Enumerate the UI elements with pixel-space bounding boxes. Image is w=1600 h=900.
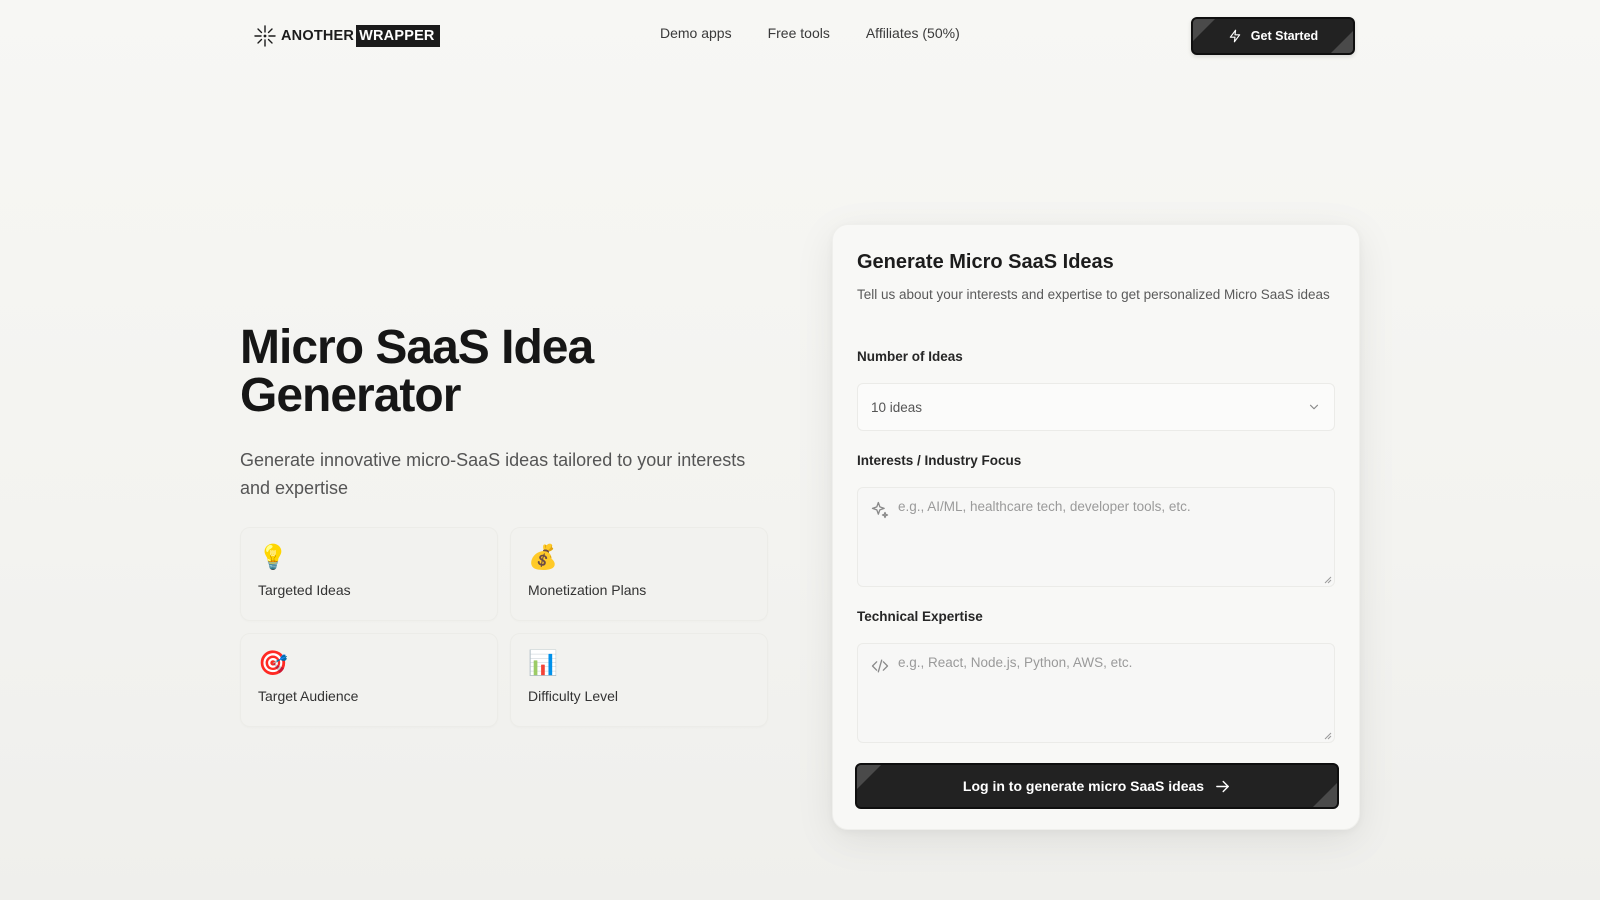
button-corner-decoration (1331, 31, 1353, 53)
nav-affiliates[interactable]: Affiliates (50%) (866, 25, 960, 41)
button-corner-decoration (857, 765, 881, 789)
resize-handle-icon[interactable] (1324, 576, 1332, 584)
feature-label: Targeted Ideas (258, 582, 351, 598)
form-title: Generate Micro SaaS Ideas (857, 251, 1114, 273)
main-nav: Demo apps Free tools Affiliates (50%) (660, 25, 960, 41)
expertise-label: Technical Expertise (857, 609, 983, 624)
interests-textarea[interactable]: e.g., AI/ML, healthcare tech, developer … (857, 487, 1335, 587)
feature-label: Monetization Plans (528, 582, 647, 598)
target-icon: 🎯 (258, 650, 288, 677)
nav-free-tools[interactable]: Free tools (768, 25, 830, 41)
feature-card-targeted-ideas: 💡 Targeted Ideas (240, 527, 498, 621)
bar-chart-icon: 📊 (528, 650, 558, 677)
feature-label: Difficulty Level (528, 688, 619, 704)
nav-demo-apps[interactable]: Demo apps (660, 25, 732, 41)
logo[interactable]: ANOTHER WRAPPER (254, 23, 440, 49)
money-bag-icon: 💰 (528, 544, 558, 571)
feature-label: Target Audience (258, 688, 359, 704)
get-started-button[interactable]: Get Started (1191, 17, 1355, 55)
arrow-right-icon (1216, 780, 1229, 792)
feature-grid: 💡 Targeted Ideas 💰 Monetization Plans 🎯 … (240, 527, 768, 727)
login-to-generate-button[interactable]: Log in to generate micro SaaS ideas (855, 763, 1339, 809)
submit-label: Log in to generate micro SaaS ideas (962, 778, 1205, 794)
sparkle-logo-icon (254, 25, 276, 47)
idea-generator-form: Generate Micro SaaS Ideas Tell us about … (832, 224, 1360, 830)
feature-card-target-audience: 🎯 Target Audience (240, 633, 498, 727)
number-of-ideas-label: Number of Ideas (857, 349, 963, 364)
lightbulb-icon: 💡 (258, 544, 288, 571)
number-of-ideas-select[interactable]: 10 ideas (857, 383, 1335, 431)
page-title: Micro SaaS Idea Generator (240, 324, 780, 420)
expertise-placeholder: e.g., React, Node.js, Python, AWS, etc. (898, 655, 1133, 670)
code-icon (871, 659, 889, 673)
expertise-textarea[interactable]: e.g., React, Node.js, Python, AWS, etc. (857, 643, 1335, 743)
interests-label: Interests / Industry Focus (857, 453, 1022, 468)
get-started-label: Get Started (1250, 29, 1319, 43)
button-corner-decoration (1193, 19, 1215, 41)
resize-handle-icon[interactable] (1324, 732, 1332, 740)
page-subtitle: Generate innovative micro-SaaS ideas tai… (240, 450, 746, 498)
sparkles-icon (871, 501, 889, 519)
chevron-down-icon (1309, 404, 1319, 410)
button-corner-decoration (1313, 783, 1337, 807)
interests-placeholder: e.g., AI/ML, healthcare tech, developer … (898, 499, 1191, 514)
logo-text-another: ANOTHER (281, 28, 355, 44)
feature-card-monetization-plans: 💰 Monetization Plans (510, 527, 768, 621)
bolt-icon (1229, 29, 1241, 43)
page-title-line1: Micro SaaS Idea (240, 321, 594, 374)
number-of-ideas-value: 10 ideas (871, 399, 923, 415)
form-description: Tell us about your interests and experti… (857, 287, 1330, 302)
site-header: ANOTHER WRAPPER Demo apps Free tools Aff… (0, 0, 1600, 72)
feature-card-difficulty-level: 📊 Difficulty Level (510, 633, 768, 727)
logo-text-wrapper: WRAPPER (356, 25, 440, 47)
page-title-line2: Generator (240, 369, 461, 422)
